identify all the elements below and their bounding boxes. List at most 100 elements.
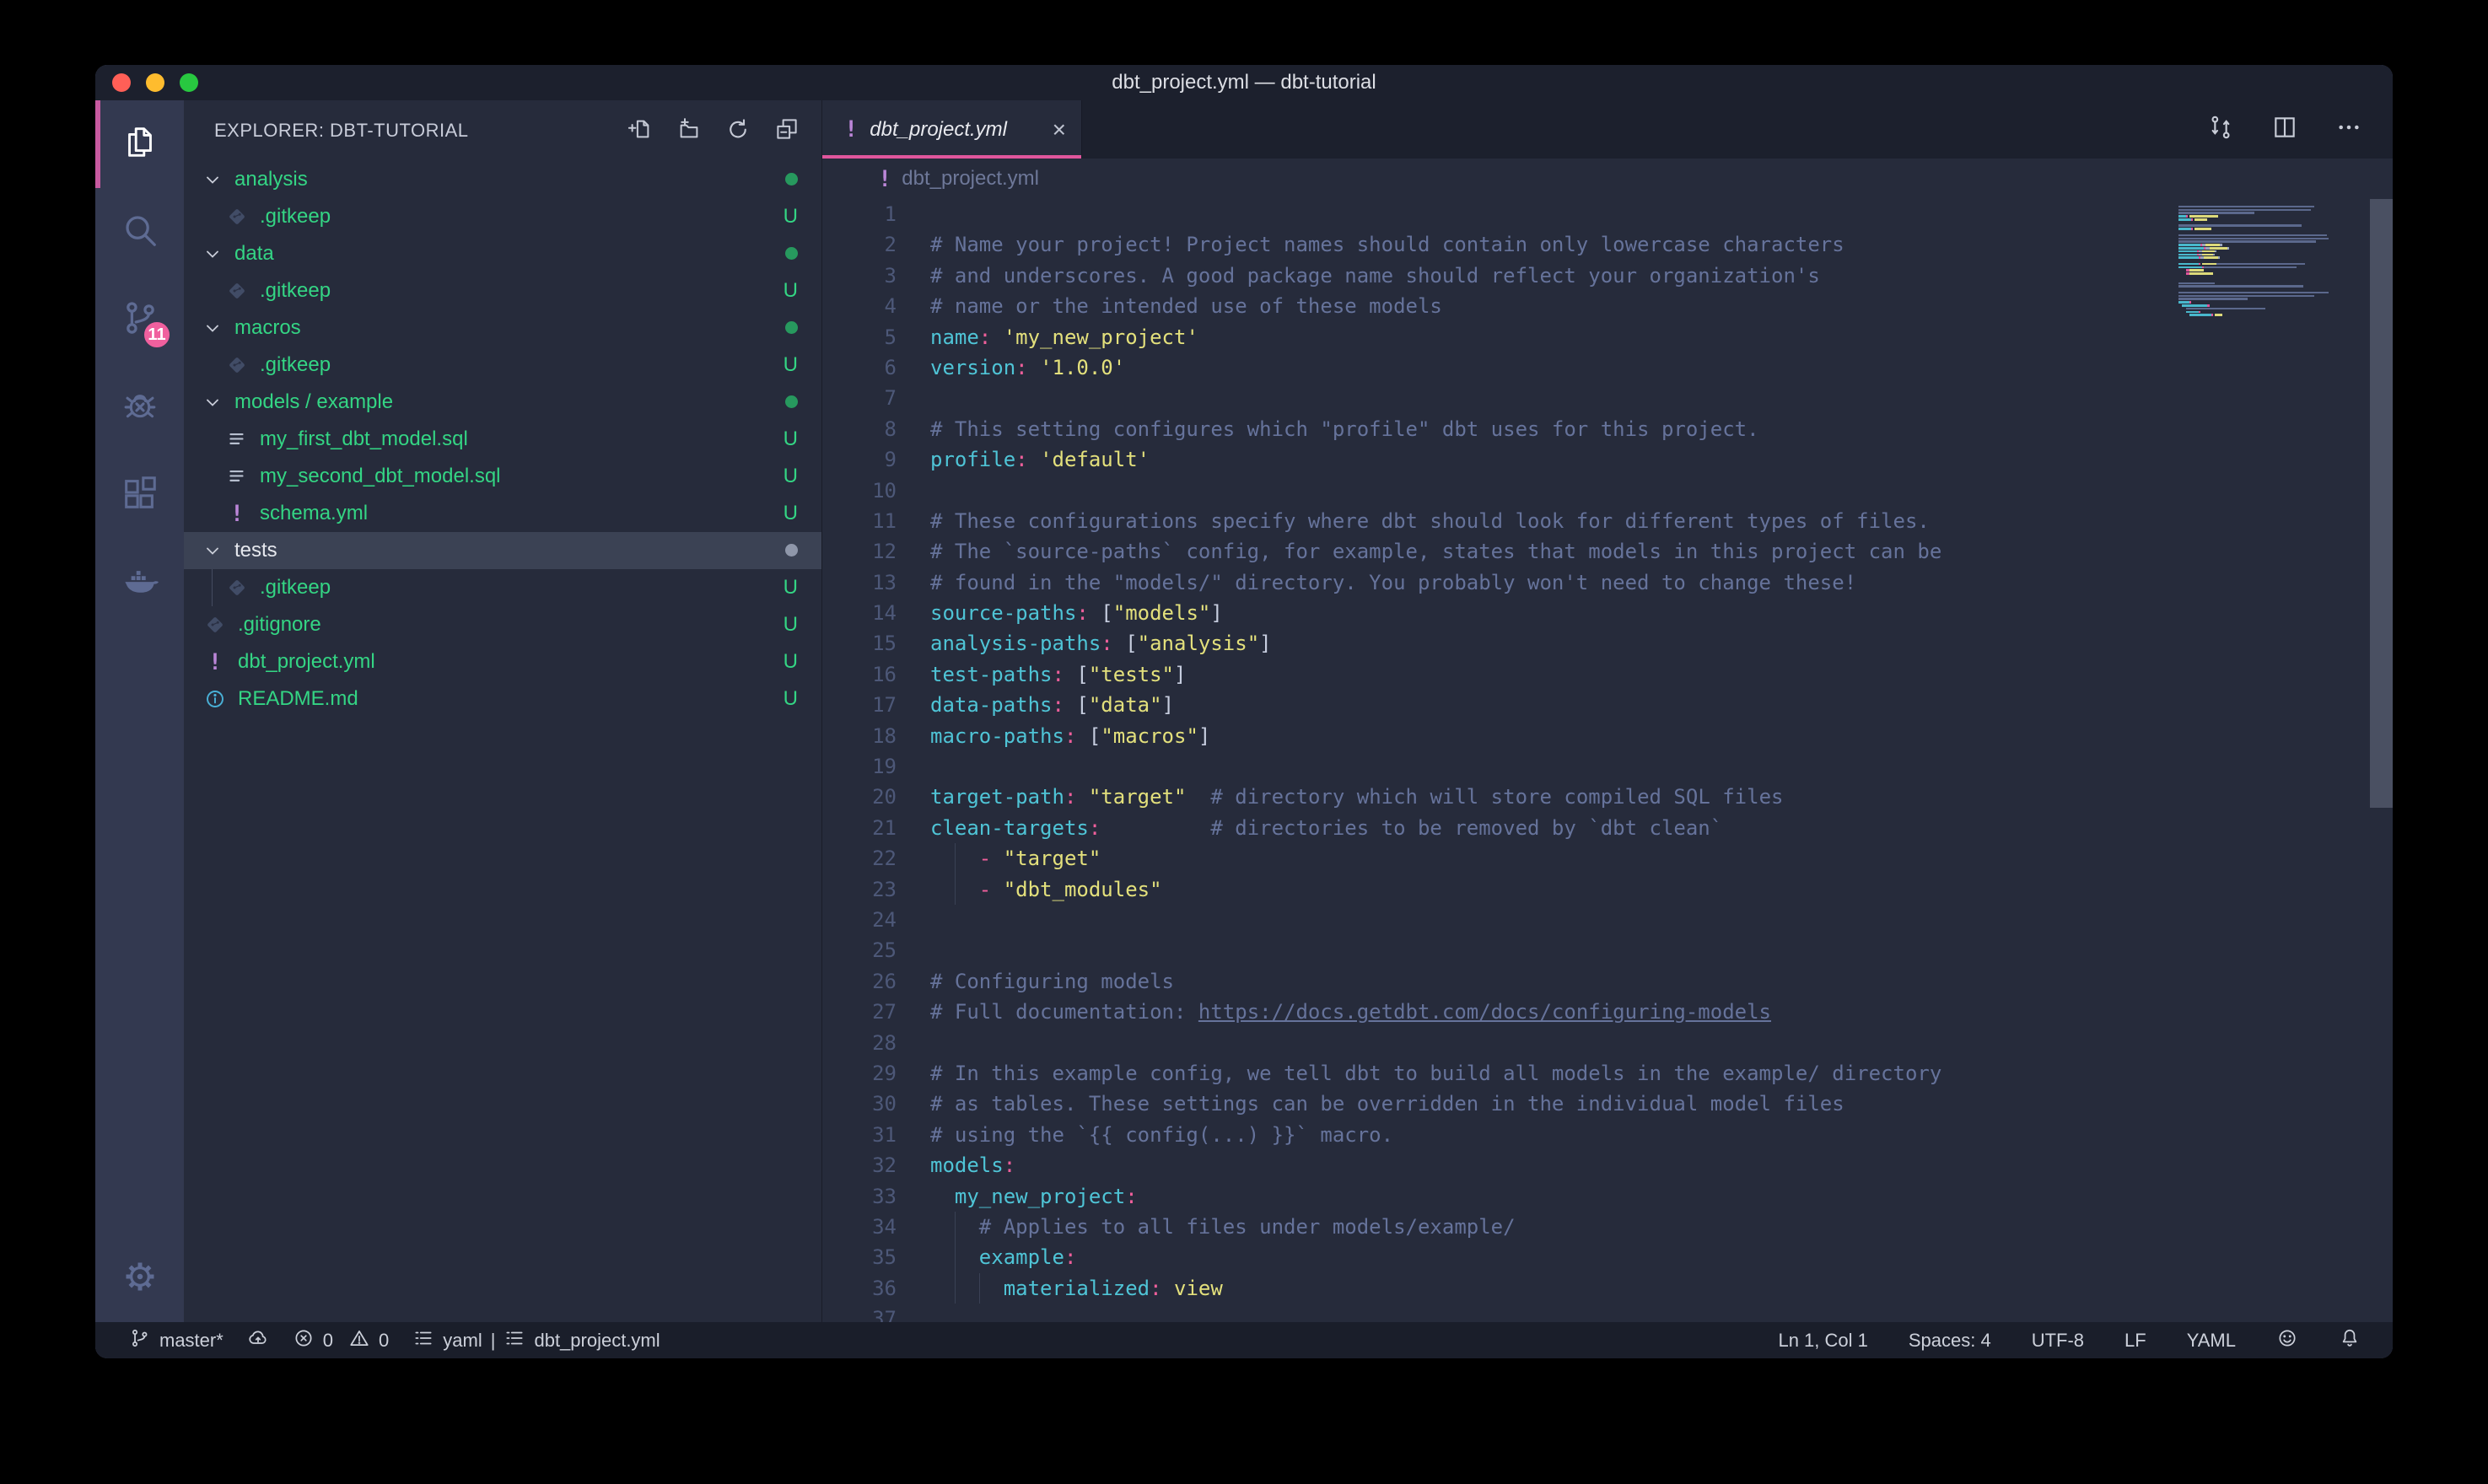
search-icon — [121, 211, 159, 254]
tree-item-label: .gitkeep — [260, 279, 331, 303]
code-line-15: 15analysis-paths: ["analysis"] — [822, 628, 2393, 659]
more-actions-icon[interactable] — [2335, 114, 2362, 145]
branch-indicator[interactable]: master* — [129, 1327, 223, 1354]
line-number: 23 — [822, 874, 897, 905]
encoding-setting[interactable]: UTF-8 — [2032, 1330, 2084, 1352]
line-number: 17 — [822, 690, 897, 720]
code-line-9: 9profile: 'default' — [822, 444, 2393, 475]
line-number: 35 — [822, 1242, 897, 1272]
open-changes-icon[interactable] — [2207, 114, 2234, 145]
editor-scrollbar[interactable] — [2370, 199, 2393, 808]
minimap[interactable] — [2178, 202, 2367, 320]
line-number: 4 — [822, 291, 897, 321]
yaml-warning-icon: ! — [224, 501, 250, 527]
line-number: 2 — [822, 229, 897, 260]
sql-file-icon — [224, 428, 250, 450]
code-line-16: 16test-paths: ["tests"] — [822, 659, 2393, 690]
tree-file-my-second-dbt-model-sql[interactable]: my_second_dbt_model.sql U — [184, 458, 821, 495]
tree-file--gitkeep[interactable]: .gitkeepU — [184, 198, 821, 235]
tree-folder-analysis[interactable]: analysis — [184, 161, 821, 198]
cloud-upload-icon — [247, 1327, 269, 1354]
tree-file--gitkeep[interactable]: .gitkeepU — [184, 347, 821, 384]
tree-folder-models-example[interactable]: models / example — [184, 384, 821, 421]
eol-setting[interactable]: LF — [2124, 1330, 2146, 1352]
activity-source-control-button[interactable]: 11 — [95, 276, 184, 363]
sync-button[interactable] — [247, 1327, 269, 1354]
code-line-23: 23 - "dbt_modules" — [822, 874, 2393, 905]
line-number: 28 — [822, 1028, 897, 1058]
collapse-all-icon[interactable] — [774, 116, 800, 146]
explorer-sidebar: EXPLORER: DBT-TUTORIAL — [184, 100, 822, 1322]
feedback-smiley-icon[interactable] — [2276, 1327, 2298, 1354]
tree-file-dbt-project-yml[interactable]: !dbt_project.ymlU — [184, 643, 821, 680]
tree-file--gitignore[interactable]: .gitignoreU — [184, 606, 821, 643]
git-file-icon — [224, 577, 250, 599]
indentation-setting[interactable]: Spaces: 4 — [1909, 1330, 1991, 1352]
tree-folder-tests[interactable]: tests — [184, 532, 821, 569]
activity-settings-button[interactable] — [95, 1234, 184, 1322]
code-line-11: 11# These configurations specify where d… — [822, 506, 2393, 536]
split-editor-icon[interactable] — [2271, 114, 2298, 145]
notifications-bell-icon[interactable] — [2339, 1327, 2361, 1354]
code-line-13: 13# found in the "models/" directory. Yo… — [822, 567, 2393, 598]
activity-explorer-button[interactable] — [95, 100, 184, 188]
code-line-27: 27# Full documentation: https://docs.get… — [822, 997, 2393, 1027]
tab-dbt-project-yml[interactable]: ! dbt_project.yml × — [822, 100, 1082, 159]
code-line-20: 20target-path: "target" # directory whic… — [822, 782, 2393, 812]
tree-folder-macros[interactable]: macros — [184, 309, 821, 347]
activity-debug-button[interactable] — [95, 363, 184, 451]
tree-file--gitkeep[interactable]: .gitkeep U — [184, 272, 821, 309]
code-line-7: 7 — [822, 383, 2393, 413]
code-line-8: 8# This setting configures which "profil… — [822, 414, 2393, 444]
indent-guide — [955, 843, 956, 874]
git-untracked-badge: U — [784, 687, 798, 711]
line-number: 19 — [822, 751, 897, 782]
chevron-down-icon — [202, 318, 224, 338]
code-line-17: 17data-paths: ["data"] — [822, 690, 2393, 720]
git-untracked-badge: U — [784, 465, 798, 488]
activity-extensions-button[interactable] — [95, 451, 184, 539]
vscode-window: dbt_project.yml — dbt-tutorial — [95, 65, 2393, 1358]
new-file-icon[interactable] — [627, 116, 653, 146]
line-number: 14 — [822, 598, 897, 628]
git-untracked-badge: U — [784, 279, 798, 303]
breadcrumb-file: dbt_project.yml — [902, 167, 1039, 191]
activity-search-button[interactable] — [95, 188, 184, 276]
tree-item-label: my_second_dbt_model.sql — [260, 465, 501, 488]
tree-file--gitkeep[interactable]: .gitkeepU — [184, 569, 821, 606]
code-line-6: 6version: '1.0.0' — [822, 352, 2393, 383]
indent-guide — [955, 1242, 956, 1272]
tree-file-my-first-dbt-model-sql[interactable]: my_first_dbt_model.sqlU — [184, 421, 821, 458]
activity-docker-button[interactable] — [95, 539, 184, 626]
git-untracked-badge: U — [784, 650, 798, 674]
tree-file-readme-md[interactable]: README.mdU — [184, 680, 821, 718]
cursor-position[interactable]: Ln 1, Col 1 — [1778, 1330, 1867, 1352]
language-mode[interactable]: YAML — [2187, 1330, 2236, 1352]
file-tree: analysis.gitkeepUdata.gitkeepUmacros.git… — [184, 161, 821, 1322]
tree-file-schema-yml[interactable]: !schema.ymlU — [184, 495, 821, 532]
code-line-26: 26# Configuring models — [822, 966, 2393, 997]
tree-item-label: schema.yml — [260, 502, 368, 525]
line-number: 13 — [822, 567, 897, 598]
new-folder-icon[interactable] — [676, 116, 702, 146]
line-number: 10 — [822, 476, 897, 506]
line-number: 32 — [822, 1150, 897, 1180]
code-line-29: 29# In this example config, we tell dbt … — [822, 1058, 2393, 1089]
close-tab-icon[interactable]: × — [1053, 116, 1066, 143]
tree-folder-data[interactable]: data — [184, 235, 821, 272]
title-bar: dbt_project.yml — dbt-tutorial — [95, 65, 2393, 100]
git-file-icon — [224, 206, 250, 228]
status-bar: master* 0 — [95, 1322, 2393, 1358]
yaml-status-item[interactable]: yaml | dbt_project.yml — [412, 1327, 660, 1354]
code-line-28: 28 — [822, 1028, 2393, 1058]
problems-indicator[interactable]: 0 0 — [293, 1327, 390, 1354]
explorer-title: EXPLORER: DBT-TUTORIAL — [214, 120, 627, 142]
warning-count: 0 — [379, 1330, 389, 1352]
refresh-icon[interactable] — [725, 116, 751, 146]
line-number: 24 — [822, 905, 897, 935]
breadcrumb[interactable]: ! dbt_project.yml — [822, 159, 2393, 199]
code-editor[interactable]: 12# Name your project! Project names sho… — [822, 199, 2393, 1322]
line-number: 12 — [822, 536, 897, 567]
line-number: 6 — [822, 352, 897, 383]
sql-file-icon — [224, 465, 250, 487]
